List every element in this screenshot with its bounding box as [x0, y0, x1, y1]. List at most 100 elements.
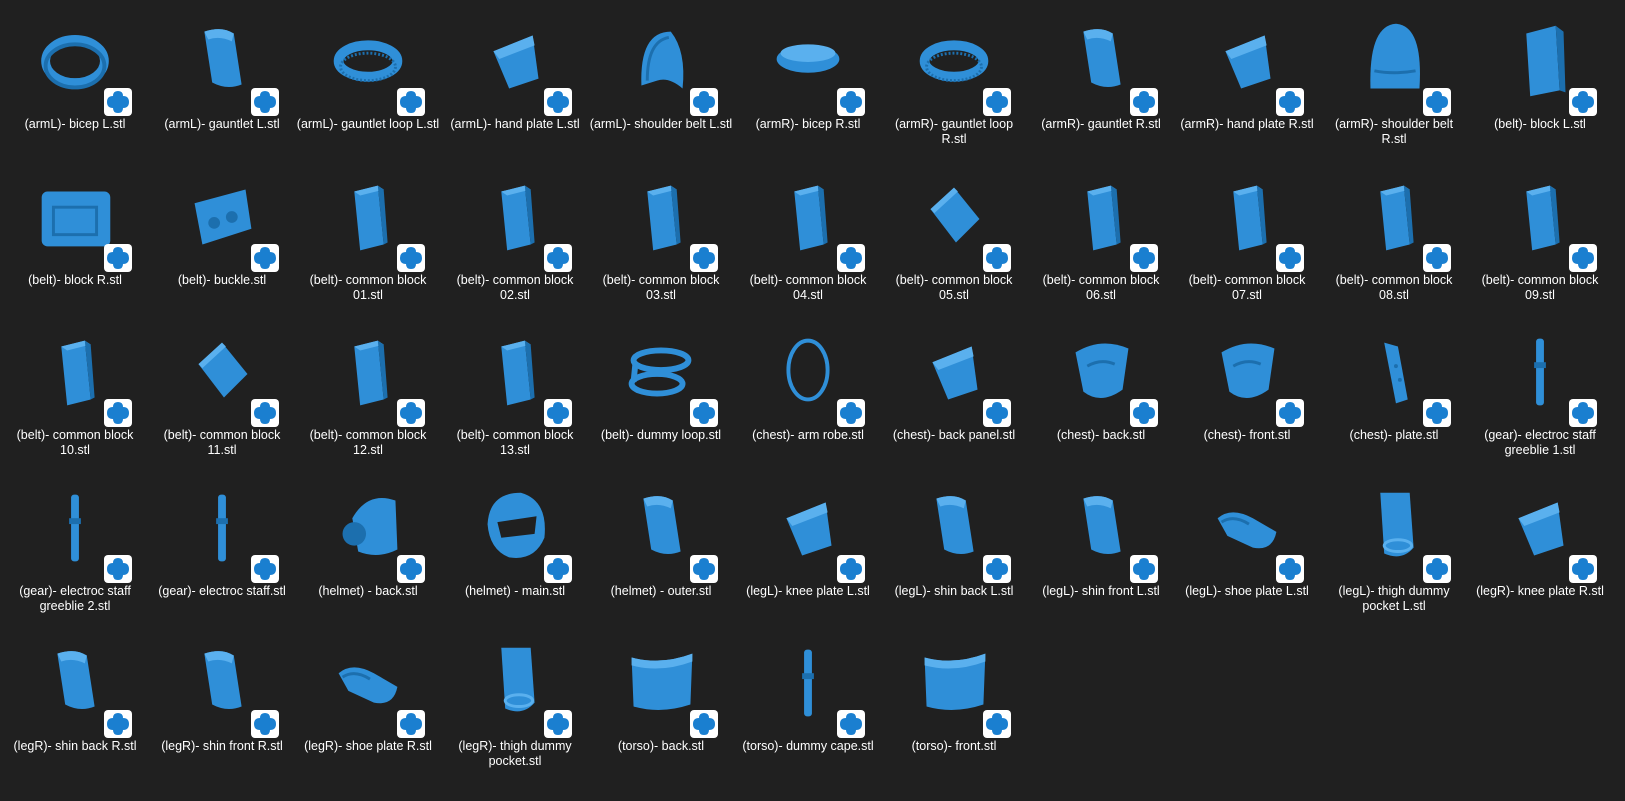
3d-viewer-app-icon [1130, 244, 1158, 272]
file-item[interactable]: (gear)- electroc staff.stl [149, 471, 295, 631]
file-item[interactable]: (torso)- front.stl [881, 626, 1027, 786]
3d-viewer-app-icon [983, 399, 1011, 427]
file-item[interactable]: (belt)- common block 12.stl [295, 315, 441, 475]
file-item[interactable]: (armR)- hand plate R.stl [1174, 4, 1320, 164]
3d-viewer-app-icon [1423, 244, 1451, 272]
file-item[interactable]: (legR)- shin back R.stl [2, 626, 148, 786]
file-item[interactable]: (armL)- gauntlet loop L.stl [295, 4, 441, 164]
file-item[interactable]: (armR)- shoulder belt R.stl [1321, 4, 1467, 164]
file-item[interactable]: (helmet) - outer.stl [588, 471, 734, 631]
file-item[interactable]: (belt)- common block 07.stl [1174, 160, 1320, 320]
file-name-label: (helmet) - back.stl [318, 584, 418, 598]
file-name-label: (torso)- front.stl [911, 739, 997, 753]
file-name-label: (legR)- shin back R.stl [13, 739, 137, 753]
file-item[interactable]: (helmet) - back.stl [295, 471, 441, 631]
file-name-label: (armL)- gauntlet loop L.stl [296, 117, 440, 131]
file-item[interactable]: (legR)- shin front R.stl [149, 626, 295, 786]
file-item[interactable]: (helmet) - main.stl [442, 471, 588, 631]
file-item[interactable]: (belt)- common block 10.stl [2, 315, 148, 475]
file-item[interactable]: (belt)- common block 11.stl [149, 315, 295, 475]
3d-viewer-app-icon [1569, 399, 1597, 427]
file-item[interactable]: (torso)- dummy cape.stl [735, 626, 881, 786]
file-name-label: (helmet) - outer.stl [610, 584, 712, 598]
3d-viewer-app-icon [1569, 244, 1597, 272]
file-item[interactable]: (legL)- shin front L.stl [1028, 471, 1174, 631]
file-item[interactable]: (armR)- bicep R.stl [735, 4, 881, 164]
file-item[interactable]: (belt)- common block 13.stl [442, 315, 588, 475]
file-name-label: (armR)- bicep R.stl [755, 117, 861, 131]
3d-viewer-app-icon [104, 555, 132, 583]
file-item[interactable]: (legL)- shin back L.stl [881, 471, 1027, 631]
file-item[interactable]: (legL)- knee plate L.stl [735, 471, 881, 631]
file-name-label: (belt)- common block 05.stl [895, 273, 1013, 302]
3d-viewer-app-icon [251, 555, 279, 583]
file-item[interactable]: (gear)- electroc staff greeblie 2.stl [2, 471, 148, 631]
3d-viewer-app-icon [544, 88, 572, 116]
3d-viewer-app-icon [397, 244, 425, 272]
file-name-label: (belt)- common block 10.stl [16, 428, 134, 457]
3d-viewer-app-icon [983, 88, 1011, 116]
3d-viewer-app-icon [983, 710, 1011, 738]
file-item[interactable]: (belt)- common block 03.stl [588, 160, 734, 320]
file-item[interactable]: (chest)- arm robe.stl [735, 315, 881, 475]
file-name-label: (belt)- common block 01.stl [309, 273, 427, 302]
3d-viewer-app-icon [397, 88, 425, 116]
3d-viewer-app-icon [837, 88, 865, 116]
file-item[interactable]: (chest)- plate.stl [1321, 315, 1467, 475]
file-item[interactable]: (torso)- back.stl [588, 626, 734, 786]
file-name-label: (legL)- shin back L.stl [894, 584, 1014, 598]
file-item[interactable]: (legR)- shoe plate R.stl [295, 626, 441, 786]
3d-viewer-app-icon [104, 88, 132, 116]
file-item[interactable]: (belt)- common block 02.stl [442, 160, 588, 320]
file-item[interactable]: (legL)- thigh dummy pocket L.stl [1321, 471, 1467, 631]
file-item[interactable]: (armL)- gauntlet L.stl [149, 4, 295, 164]
file-name-label: (belt)- common block 04.stl [749, 273, 867, 302]
file-item[interactable]: (belt)- common block 05.stl [881, 160, 1027, 320]
file-name-label: (belt)- common block 02.stl [456, 273, 574, 302]
3d-viewer-app-icon [1423, 399, 1451, 427]
file-item[interactable]: (chest)- back.stl [1028, 315, 1174, 475]
file-grid: (armL)- bicep L.stl (armL)- gauntlet L.st… [0, 0, 1625, 801]
file-name-label: (belt)- common block 11.stl [163, 428, 281, 457]
3d-viewer-app-icon [251, 399, 279, 427]
file-name-label: (torso)- back.stl [617, 739, 705, 753]
3d-viewer-app-icon [1423, 88, 1451, 116]
file-item[interactable]: (armR)- gauntlet loop R.stl [881, 4, 1027, 164]
file-name-label: (gear)- electroc staff.stl [158, 584, 286, 598]
3d-viewer-app-icon [837, 710, 865, 738]
3d-viewer-app-icon [690, 399, 718, 427]
file-item[interactable]: (belt)- dummy loop.stl [588, 315, 734, 475]
file-item[interactable]: (armL)- hand plate L.stl [442, 4, 588, 164]
file-name-label: (torso)- dummy cape.stl [742, 739, 874, 753]
file-item[interactable]: (belt)- common block 01.stl [295, 160, 441, 320]
3d-viewer-app-icon [1569, 555, 1597, 583]
file-item[interactable]: (belt)- common block 08.stl [1321, 160, 1467, 320]
file-item[interactable]: (belt)- common block 06.stl [1028, 160, 1174, 320]
file-item[interactable]: (armR)- gauntlet R.stl [1028, 4, 1174, 164]
file-item[interactable]: (armL)- shoulder belt L.stl [588, 4, 734, 164]
file-name-label: (legL)- thigh dummy pocket L.stl [1338, 584, 1450, 613]
file-item[interactable]: (belt)- block R.stl [2, 160, 148, 320]
file-item[interactable]: (belt)- buckle.stl [149, 160, 295, 320]
3d-viewer-app-icon [544, 710, 572, 738]
3d-viewer-app-icon [837, 244, 865, 272]
file-item[interactable]: (armL)- bicep L.stl [2, 4, 148, 164]
file-item[interactable]: (legR)- knee plate R.stl [1467, 471, 1613, 631]
3d-viewer-app-icon [104, 710, 132, 738]
file-name-label: (belt)- common block 08.stl [1335, 273, 1453, 302]
file-item[interactable]: (legR)- thigh dummy pocket.stl [442, 626, 588, 786]
file-name-label: (helmet) - main.stl [464, 584, 566, 598]
3d-viewer-app-icon [690, 555, 718, 583]
file-item[interactable]: (chest)- back panel.stl [881, 315, 1027, 475]
file-item[interactable]: (belt)- block L.stl [1467, 4, 1613, 164]
3d-viewer-app-icon [251, 710, 279, 738]
3d-viewer-app-icon [1276, 88, 1304, 116]
file-item[interactable]: (chest)- front.stl [1174, 315, 1320, 475]
3d-viewer-app-icon [1423, 555, 1451, 583]
file-item[interactable]: (gear)- electroc staff greeblie 1.stl [1467, 315, 1613, 475]
file-item[interactable]: (belt)- common block 09.stl [1467, 160, 1613, 320]
file-item[interactable]: (belt)- common block 04.stl [735, 160, 881, 320]
file-name-label: (chest)- front.stl [1203, 428, 1291, 442]
file-item[interactable]: (legL)- shoe plate L.stl [1174, 471, 1320, 631]
file-name-label: (belt)- dummy loop.stl [600, 428, 722, 442]
